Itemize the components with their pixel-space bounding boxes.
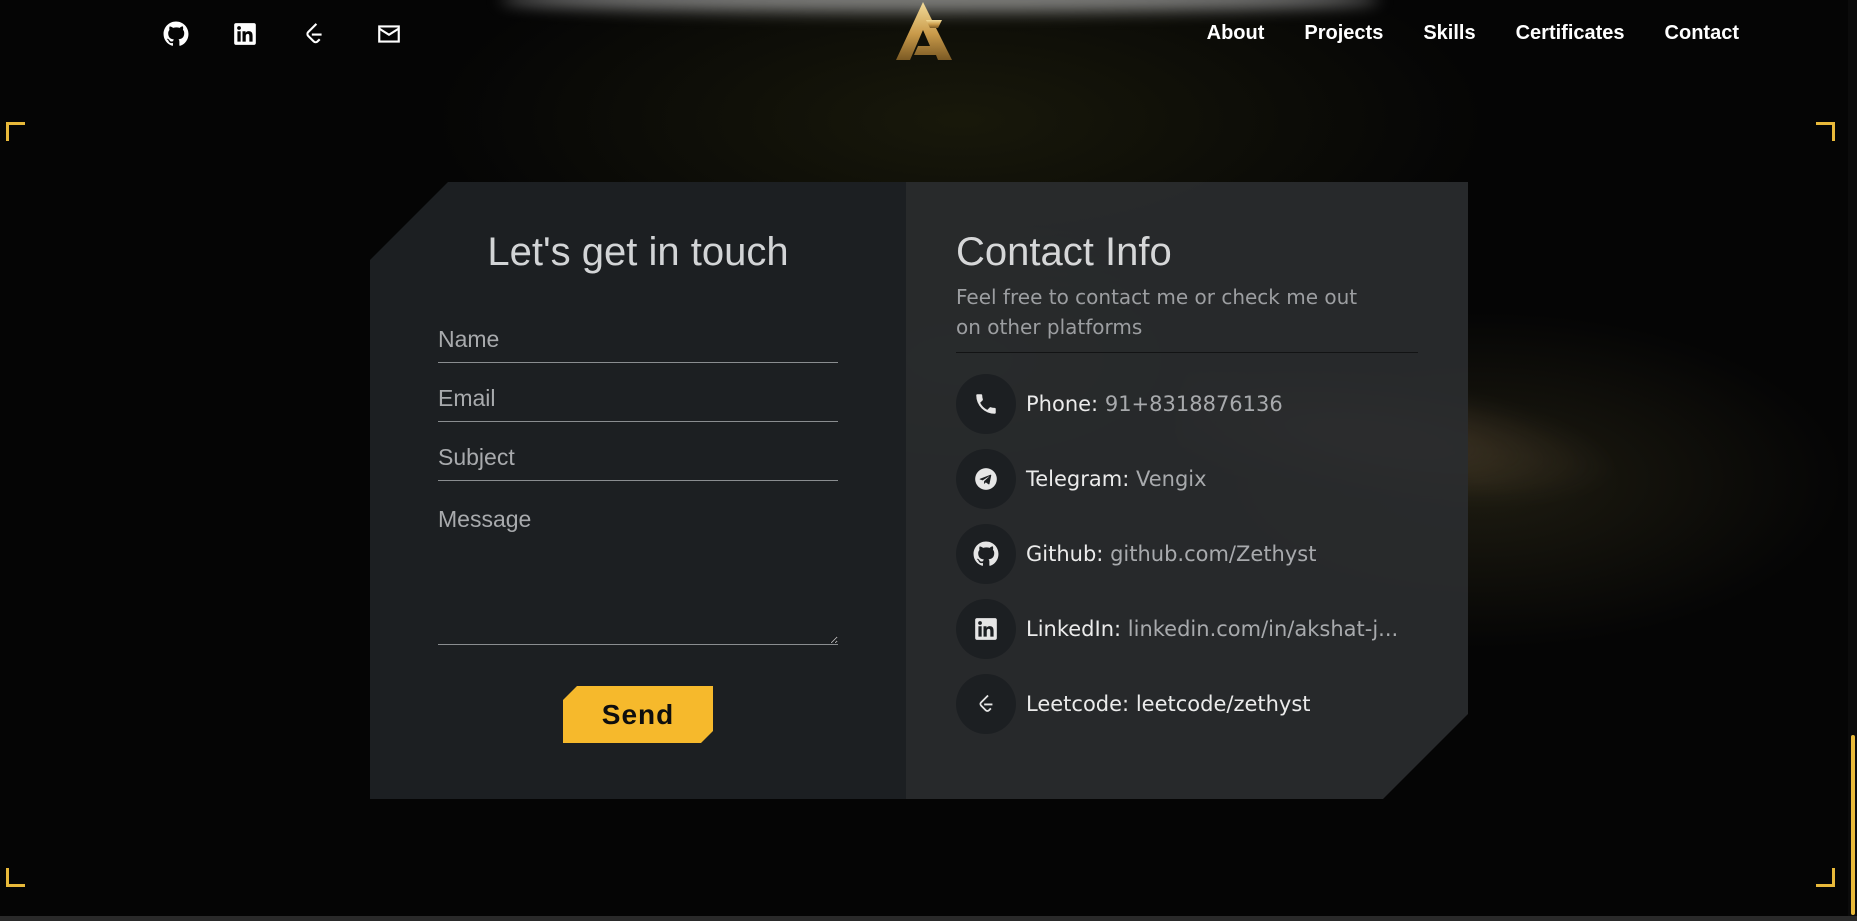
corner-frame-bottom-right	[1816, 868, 1835, 887]
contact-row-phone[interactable]: Phone: 91+8318876136	[956, 374, 1283, 434]
mail-icon[interactable]	[375, 20, 403, 48]
contact-value: 91+8318876136	[1104, 392, 1283, 416]
contact-value: leetcode/zethyst	[1135, 692, 1311, 716]
send-button[interactable]: Send	[563, 686, 713, 743]
top-navbar: About Projects Skills Certificates Conta…	[0, 0, 1857, 70]
logo-icon[interactable]	[890, 0, 956, 64]
contact-value: github.com/Zethyst	[1110, 542, 1317, 566]
contact-key: Github:	[1026, 542, 1104, 566]
contact-value: Vengix	[1136, 467, 1207, 491]
contact-key: Telegram:	[1026, 467, 1130, 491]
nav-contact[interactable]: Contact	[1665, 22, 1739, 45]
linkedin-icon[interactable]	[231, 20, 259, 48]
nav-about[interactable]: About	[1207, 22, 1265, 45]
contact-row-leetcode[interactable]: Leetcode: leetcode/zethyst	[956, 674, 1311, 734]
bottom-strip	[0, 916, 1857, 921]
contact-row-linkedin[interactable]: LinkedIn: linkedin.com/in/akshat-j...	[956, 599, 1398, 659]
email-input[interactable]	[438, 375, 838, 422]
contact-row-github[interactable]: Github: github.com/Zethyst	[956, 524, 1316, 584]
contact-key: Phone:	[1026, 392, 1099, 416]
leetcode-icon[interactable]	[300, 20, 328, 48]
corner-frame-top-left	[6, 122, 25, 141]
github-icon[interactable]	[162, 20, 190, 48]
subject-input[interactable]	[438, 434, 838, 481]
corner-frame-top-right	[1816, 122, 1835, 141]
contact-form-panel: Let's get in touch Send	[370, 182, 906, 799]
contact-info-title: Contact Info	[956, 230, 1172, 274]
contact-row-telegram[interactable]: Telegram: Vengix	[956, 449, 1207, 509]
scrollbar-thumb[interactable]	[1851, 735, 1855, 915]
main-nav: About Projects Skills Certificates Conta…	[1207, 22, 1739, 45]
contact-value: linkedin.com/in/akshat-j...	[1127, 617, 1399, 641]
nav-skills[interactable]: Skills	[1423, 22, 1475, 45]
message-input[interactable]	[438, 500, 838, 645]
divider	[956, 352, 1418, 353]
contact-key: Leetcode:	[1026, 692, 1130, 716]
corner-frame-bottom-left	[6, 868, 25, 887]
contact-key: LinkedIn:	[1026, 617, 1122, 641]
telegram-icon	[956, 449, 1016, 509]
contact-card: Let's get in touch Send Contact Info Fee…	[370, 182, 1468, 799]
linkedin-icon	[956, 599, 1016, 659]
nav-certificates[interactable]: Certificates	[1516, 22, 1625, 45]
contact-info-panel: Contact Info Feel free to contact me or …	[906, 182, 1468, 799]
name-input[interactable]	[438, 316, 838, 363]
phone-icon	[956, 374, 1016, 434]
nav-projects[interactable]: Projects	[1304, 22, 1383, 45]
leetcode-icon	[956, 674, 1016, 734]
form-title: Let's get in touch	[487, 230, 789, 274]
scrollbar[interactable]	[1848, 0, 1857, 921]
github-icon	[956, 524, 1016, 584]
contact-info-subtitle: Feel free to contact me or check me out …	[956, 285, 1358, 339]
